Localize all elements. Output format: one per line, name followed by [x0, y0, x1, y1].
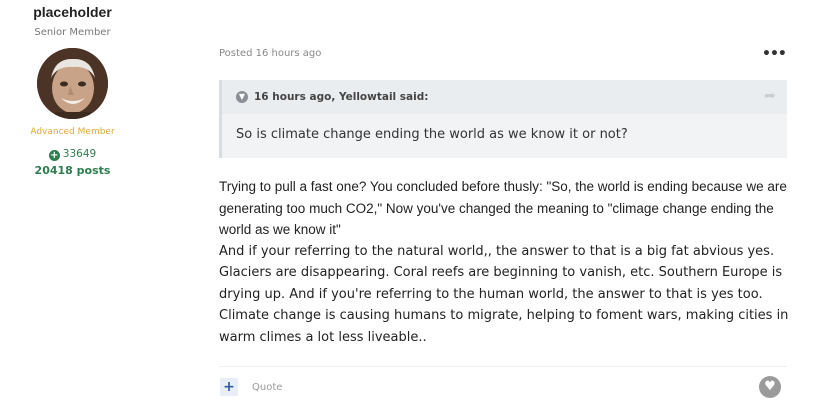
- avatar-image: [37, 48, 108, 119]
- reputation: +33649: [0, 148, 145, 161]
- quote-button[interactable]: Quote: [252, 382, 282, 393]
- share-arrow-icon[interactable]: ➦: [764, 88, 776, 104]
- author-title: Senior Member: [34, 27, 111, 38]
- post-body: Trying to pull a fast one? You concluded…: [219, 176, 789, 348]
- member-rank: Advanced Member: [30, 127, 115, 137]
- reputation-count: 33649: [62, 148, 97, 160]
- quote-header: ▼ 16 hours ago, Yellowtail said: ➦: [222, 80, 787, 114]
- author-name[interactable]: placeholder: [0, 4, 145, 20]
- heart-icon[interactable]: ♥: [759, 376, 781, 398]
- quote-block: ▼ 16 hours ago, Yellowtail said: ➦ So is…: [219, 80, 787, 158]
- post-paragraph: And if your referring to the natural wor…: [219, 243, 789, 345]
- post-paragraph: Trying to pull a fast one? You concluded…: [219, 179, 787, 237]
- post-count: 20418 posts: [34, 164, 111, 177]
- add-reaction-button[interactable]: +: [220, 378, 238, 396]
- plus-circle-icon: +: [48, 150, 60, 161]
- divider: [219, 366, 787, 367]
- more-options-icon[interactable]: •••: [762, 46, 787, 62]
- quote-text: So is climate change ending the world as…: [236, 127, 628, 142]
- quote-citation: 16 hours ago, Yellowtail said:: [254, 91, 429, 103]
- avatar[interactable]: [37, 48, 108, 119]
- chevron-down-icon[interactable]: ▼: [236, 91, 248, 103]
- post-timestamp[interactable]: Posted 16 hours ago: [219, 48, 321, 59]
